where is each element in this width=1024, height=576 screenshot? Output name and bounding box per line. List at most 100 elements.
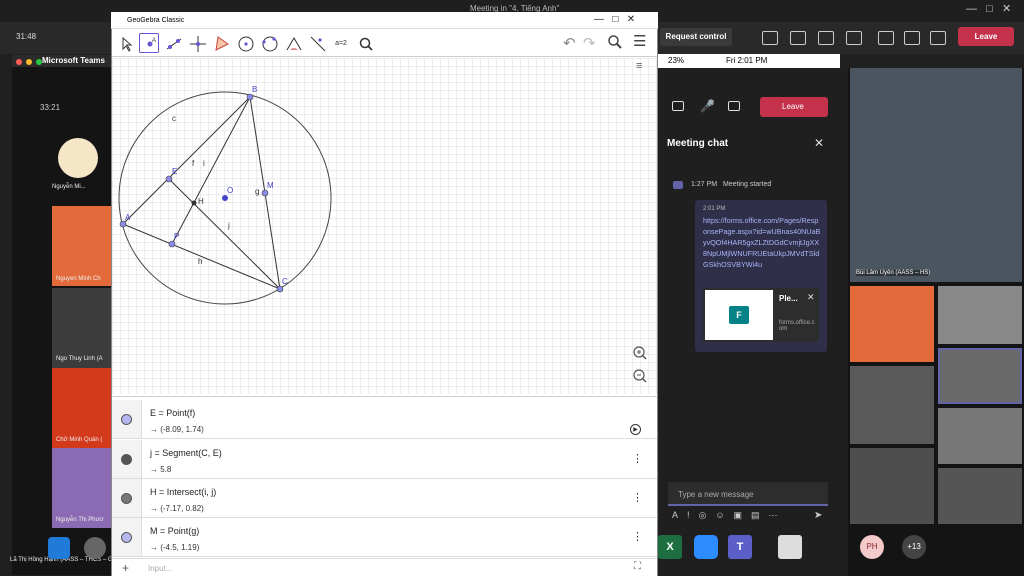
presenter-video[interactable] [850,68,1022,282]
algebra-row[interactable]: H = Intersect(i, j) → (-7.17, 0.82) ⋮ [112,479,657,518]
play-icon[interactable]: ▶ [630,424,641,435]
participant-name: Ngo Thuy Linh (A [56,356,103,362]
video-tile[interactable] [850,286,934,362]
move-tool-icon[interactable] [115,33,135,53]
angle-tool-icon[interactable] [283,33,303,53]
close-icon[interactable]: ✕ [814,136,824,150]
algebra-row[interactable]: j = Segment(C, E) → 5.8 ⋮ [112,440,657,479]
video-tile[interactable] [850,366,934,444]
input-bar[interactable]: + Input... ⛶ [112,558,657,576]
mic-icon[interactable] [904,31,920,45]
line-tool-icon[interactable] [163,33,183,53]
zoom-in-icon[interactable] [632,345,648,364]
card-close-icon[interactable]: ✕ [807,292,815,303]
geogebra-window-controls[interactable]: — □ ✕ [594,14,635,25]
algebra-definition[interactable]: H = Intersect(i, j) [150,487,216,497]
launchpad-icon[interactable] [84,537,106,559]
mac-close-icon[interactable] [16,59,22,65]
point-e [165,175,173,183]
mac-app-title: Microsoft Teams [42,56,105,65]
visibility-toggle-icon[interactable] [121,532,132,543]
camera-icon[interactable] [878,31,894,45]
algebra-definition[interactable]: j = Segment(C, E) [150,448,222,458]
excel-icon[interactable]: X [658,535,682,559]
participant-name: Chử Minh Quân ( [56,437,103,443]
chat-icon[interactable] [790,31,806,45]
fullscreen-icon[interactable]: ⛶ [634,561,641,572]
label-h-seg: h [198,257,202,266]
video-tile[interactable] [850,448,934,524]
algebra-row[interactable]: E = Point(f) → (-8.09, 1.74) ▶ [112,400,657,439]
point-c [276,285,284,293]
graphics-style-icon[interactable]: ≡ [636,60,654,78]
more-options-icon[interactable]: ⋮ [632,452,643,465]
visibility-toggle-icon[interactable] [121,414,132,425]
mac-minimize-icon[interactable] [26,59,32,65]
menu-icon[interactable]: ☰ [633,34,646,49]
compose-toolbar[interactable]: A!◎☺▣▤⋯ [672,510,822,521]
video-tile[interactable] [938,408,1022,464]
more-options-icon[interactable]: ⋮ [632,530,643,543]
input-field[interactable]: Input... [148,564,172,573]
trash-icon[interactable] [778,535,802,559]
video-tile[interactable] [938,286,1022,344]
mic-icon[interactable]: 🎤 [700,99,715,113]
share-tray-icon[interactable] [728,101,740,111]
perpendicular-tool-icon[interactable] [187,33,207,53]
reflect-tool-icon[interactable] [307,33,327,53]
zoom-app-icon[interactable] [694,535,718,559]
algebra-value: → (-4.5, 1.19) [150,543,200,552]
segment-ba [122,96,251,225]
label-e: E [172,167,177,176]
more-options-icon[interactable]: ⋮ [632,491,643,504]
compose-box[interactable]: Type a new message [668,482,828,506]
share-icon[interactable] [930,31,946,45]
label-i: i [203,159,205,168]
camera-icon[interactable] [672,101,684,111]
label-j: j [227,221,230,230]
more-participants-badge[interactable]: +13 [902,535,926,559]
add-icon[interactable]: + [122,561,129,575]
avatar[interactable]: PH [860,535,884,559]
point-h [191,200,197,206]
point-tool-icon[interactable]: A [139,33,159,53]
send-icon[interactable]: ➤ [814,510,822,521]
video-tile[interactable] [938,468,1022,524]
graphics-view[interactable]: B c E f i O g M A H j P h C [112,58,657,394]
people-icon[interactable] [762,31,778,45]
video-tile[interactable] [938,348,1022,404]
circle-tool-icon[interactable] [235,33,255,53]
more-icon[interactable] [846,31,862,45]
geometry-canvas[interactable]: B c E f i O g M A H j P h C [112,58,657,394]
forms-logo-icon: F [729,306,749,324]
finder-icon[interactable] [48,537,70,559]
participant-tile[interactable] [52,448,112,528]
leave-button[interactable]: Leave [958,27,1014,46]
redo-icon[interactable]: ↷ [583,34,596,52]
undo-icon[interactable]: ↶ [563,34,576,52]
chat-leave-button[interactable]: Leave [760,97,828,117]
algebra-value: → (-8.09, 1.74) [150,425,204,434]
participant-tile[interactable] [52,206,112,286]
algebra-definition[interactable]: M = Point(g) [150,526,199,536]
circle-3pts-tool-icon[interactable] [259,33,279,53]
reactions-icon[interactable] [818,31,834,45]
mac-zoom-icon[interactable] [36,59,42,65]
algebra-definition[interactable]: E = Point(f) [150,408,195,418]
zoom-out-icon[interactable] [632,368,648,387]
search-icon[interactable] [607,34,623,53]
participant-tile[interactable] [52,368,112,448]
polygon-tool-icon[interactable] [211,33,231,53]
message-link[interactable]: https://forms.office.com/Pages/ResponseP… [703,215,821,270]
zoom-tool-icon[interactable] [355,33,375,53]
teams-app-icon[interactable]: T [728,535,752,559]
visibility-toggle-icon[interactable] [121,493,132,504]
algebra-row[interactable]: M = Point(g) → (-4.5, 1.19) ⋮ [112,518,657,557]
link-preview-card[interactable]: F Ple... ✕ forms.office.com [703,288,819,342]
visibility-toggle-icon[interactable] [121,454,132,465]
point-o [222,195,228,201]
slider-tool-icon[interactable]: a=2 [331,33,351,53]
request-control-button[interactable]: Request control [660,28,732,46]
label-o: O [227,186,233,195]
window-controls[interactable]: — □ ✕ [966,2,1011,15]
